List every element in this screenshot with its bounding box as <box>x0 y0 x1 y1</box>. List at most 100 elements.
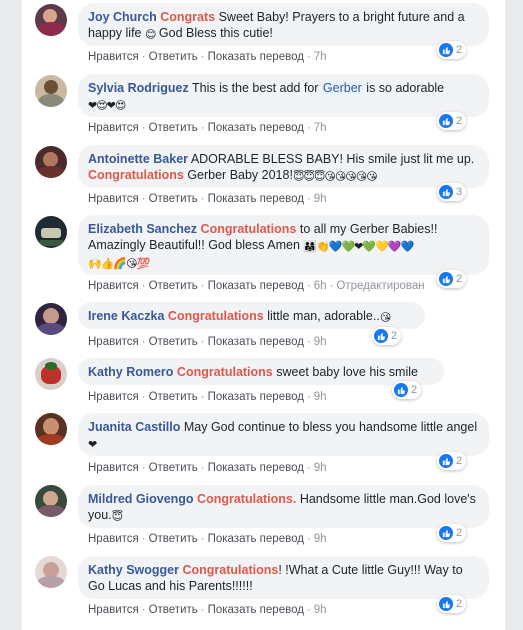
reply-link[interactable]: Ответить <box>149 533 198 545</box>
translate-link[interactable]: Показать перевод <box>208 122 304 134</box>
reply-link[interactable]: Ответить <box>149 280 198 292</box>
comment-author[interactable]: Antoinette Baker <box>88 152 188 166</box>
like-link[interactable]: Нравится <box>88 533 139 545</box>
page-tag[interactable]: Gerber <box>321 81 363 95</box>
reaction-badge[interactable]: 2 <box>437 112 467 130</box>
reply-link[interactable]: Ответить <box>149 51 198 63</box>
like-count: 2 <box>411 384 418 396</box>
like-icon <box>439 526 453 540</box>
reaction-badge[interactable]: 2 <box>437 452 467 470</box>
like-link[interactable]: Нравится <box>88 604 139 616</box>
right-gutter <box>505 0 523 630</box>
like-count: 2 <box>456 527 463 539</box>
mention-link[interactable]: Congratulations <box>177 365 273 379</box>
comment-author[interactable]: Mildred Giovengo <box>88 492 194 506</box>
comment-author[interactable]: Irene Kaczka <box>88 309 164 323</box>
comment-text: Gerber Baby 2018! <box>183 168 293 182</box>
emoji: ❤😍❤😍 <box>88 100 126 112</box>
timestamp[interactable]: 9h <box>314 391 327 403</box>
comment-bubble: Kathy Romero Congratulations sweet baby … <box>78 358 444 385</box>
avatar[interactable] <box>35 485 67 517</box>
like-link[interactable]: Нравится <box>88 391 139 403</box>
reaction-badge[interactable]: 2 <box>437 524 467 542</box>
mention-link[interactable]: Congratulations <box>182 563 278 577</box>
like-link[interactable]: Нравится <box>88 462 139 474</box>
avatar[interactable] <box>35 4 67 36</box>
translate-link[interactable]: Показать перевод <box>208 533 304 545</box>
comment-author[interactable]: Kathy Romero <box>88 365 173 379</box>
avatar[interactable] <box>35 303 67 335</box>
reaction-badge[interactable]: 2 <box>437 595 467 613</box>
timestamp[interactable]: 9h <box>314 462 327 474</box>
comment-actions: Нравится · Ответить · Показать перевод · 9h <box>88 391 327 403</box>
like-link[interactable]: Нравится <box>88 193 139 205</box>
like-link[interactable]: Нравится <box>88 51 139 63</box>
translate-link[interactable]: Показать перевод <box>208 604 304 616</box>
comment-text: sweet baby love his smile <box>272 365 418 379</box>
comment-actions: Нравится · Ответить · Показать перевод · 9h <box>88 193 327 205</box>
like-icon <box>374 329 388 343</box>
like-icon <box>439 454 453 468</box>
translate-link[interactable]: Показать перевод <box>208 51 304 63</box>
reply-link[interactable]: Ответить <box>149 122 198 134</box>
mention-link[interactable]: Congratulations <box>201 222 297 236</box>
comment-actions: Нравится · Ответить · Показать перевод · 7h <box>88 51 327 63</box>
comment-bubble: Sylvia Rodriguez This is the best add fo… <box>78 74 489 117</box>
reply-link[interactable]: Ответить <box>149 336 198 348</box>
avatar[interactable] <box>35 146 67 178</box>
reaction-badge[interactable]: 2 <box>437 270 467 288</box>
mention-link[interactable]: Congrats <box>160 10 215 24</box>
timestamp[interactable]: 6h <box>314 280 327 292</box>
left-gutter <box>0 0 22 630</box>
edited-label[interactable]: Отредактирован <box>336 280 424 292</box>
mention-link[interactable]: Congratulations <box>88 168 184 182</box>
reply-link[interactable]: Ответить <box>149 462 198 474</box>
reply-link[interactable]: Ответить <box>149 604 198 616</box>
timestamp[interactable]: 9h <box>314 604 327 616</box>
translate-link[interactable]: Показать перевод <box>208 280 304 292</box>
timestamp[interactable]: 9h <box>314 336 327 348</box>
like-icon <box>439 185 453 199</box>
comment-bubble: Elizabeth Sanchez Congratulations to all… <box>78 215 489 275</box>
reaction-badge[interactable]: 2 <box>392 381 422 399</box>
reaction-badge[interactable]: 3 <box>437 183 467 201</box>
reply-link[interactable]: Ответить <box>149 391 198 403</box>
mention-link[interactable]: Congratulations <box>168 309 264 323</box>
avatar[interactable] <box>35 413 67 445</box>
translate-link[interactable]: Показать перевод <box>208 391 304 403</box>
like-link[interactable]: Нравится <box>88 280 139 292</box>
like-icon <box>394 383 408 397</box>
translate-link[interactable]: Показать перевод <box>208 336 304 348</box>
comment-author[interactable]: Joy Church <box>88 10 157 24</box>
mention-link[interactable]: Congratulations. <box>197 492 296 506</box>
emoji: 👨‍👩‍👧👏💙💚❤💚💛💜💙 <box>303 241 414 253</box>
timestamp[interactable]: 7h <box>314 122 327 134</box>
translate-link[interactable]: Показать перевод <box>208 462 304 474</box>
avatar[interactable] <box>35 216 67 248</box>
comment-author[interactable]: Juanita Castillo <box>88 420 180 434</box>
avatar[interactable] <box>35 75 67 107</box>
timestamp[interactable]: 9h <box>314 193 327 205</box>
comment-author[interactable]: Elizabeth Sanchez <box>88 222 197 236</box>
comment-bubble: Irene Kaczka Congratulations little man,… <box>78 302 425 329</box>
comment-actions: Нравится · Ответить · Показать перевод · 7h <box>88 122 327 134</box>
like-link[interactable]: Нравится <box>88 336 139 348</box>
comment-author[interactable]: Sylvia Rodriguez <box>88 81 189 95</box>
comment-actions: Нравится · Ответить · Показать перевод · 9h <box>88 533 327 545</box>
reaction-badge[interactable]: 2 <box>372 327 402 345</box>
avatar[interactable] <box>35 358 67 390</box>
translate-link[interactable]: Показать перевод <box>208 193 304 205</box>
timestamp[interactable]: 7h <box>314 51 327 63</box>
timestamp[interactable]: 9h <box>314 533 327 545</box>
comment-author[interactable]: Kathy Swogger <box>88 563 179 577</box>
emoji: 🙌👍🌈😘💯 <box>88 258 150 270</box>
emoji: 😘 <box>379 312 392 324</box>
like-count: 2 <box>391 330 398 342</box>
avatar[interactable] <box>35 556 67 588</box>
comment-text: This is the best add for <box>188 81 322 95</box>
like-count: 2 <box>456 598 463 610</box>
reply-link[interactable]: Ответить <box>149 193 198 205</box>
reaction-badge[interactable]: 2 <box>437 41 467 59</box>
like-link[interactable]: Нравится <box>88 122 139 134</box>
comment-bubble: Joy Church Congrats Sweet Baby! Prayers … <box>78 3 489 46</box>
